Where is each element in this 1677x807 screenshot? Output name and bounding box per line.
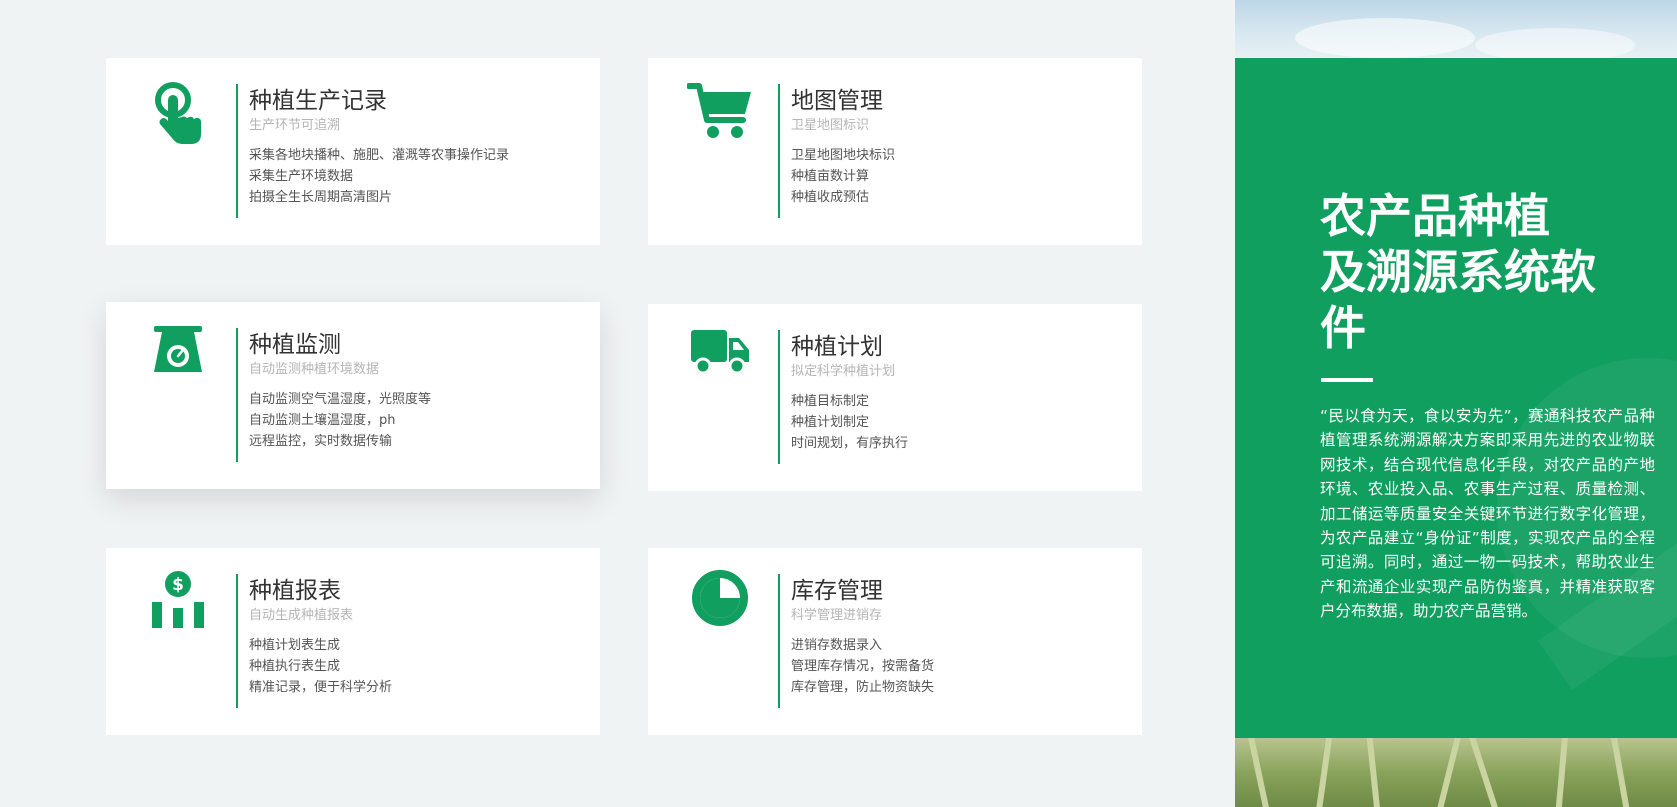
feature-item: 管理库存情况，按需备货 (791, 659, 935, 674)
feature-card-planting-record[interactable]: 种植生产记录 生产环节可追溯 采集各地块播种、施肥、灌溉等农事操作记录 采集生产… (106, 58, 600, 245)
intro-panel: 农产品种植 及溯源系统软 件 “民以食为天，食以安为先”，赛通科技农产品种植管理… (1235, 58, 1677, 738)
card-title: 种植生产记录 (249, 88, 387, 114)
feature-card-planting-monitor[interactable]: 种植监测 自动监测种植环境数据 自动监测空气温湿度，光照度等 自动监测土壤温湿度… (106, 302, 600, 489)
feature-list: 卫星地图地块标识 种植亩数计算 种植收成预估 (791, 145, 1118, 208)
panel-title-line: 及溯源系统软 (1320, 245, 1596, 299)
card-body: 地图管理 卫星地图标识 卫星地图地块标识 种植亩数计算 种植收成预估 (778, 84, 1118, 218)
sky-background-image (1235, 0, 1677, 58)
card-body: 库存管理 科学管理进销存 进销存数据录入 管理库存情况，按需备货 库存管理，防止… (778, 574, 1118, 708)
feature-list: 进销存数据录入 管理库存情况，按需备货 库存管理，防止物资缺失 (791, 635, 1118, 698)
card-title: 种植报表 (249, 578, 341, 604)
grass-blade (1246, 738, 1271, 807)
feature-item: 种植收成预估 (791, 190, 870, 205)
card-title: 种植监测 (249, 332, 341, 358)
feature-card-planting-plan[interactable]: 种植计划 拟定科学种植计划 种植目标制定 种植计划制定 时间规划，有序执行 (648, 304, 1142, 491)
feature-item: 精准记录，便于科学分析 (249, 680, 393, 695)
card-body: 种植报表 自动生成种植报表 种植计划表生成 种植执行表生成 精准记录，便于科学分… (236, 574, 576, 708)
grass-blade (1555, 738, 1569, 807)
svg-text:$: $ (172, 575, 184, 595)
feature-card-map-management[interactable]: 地图管理 卫星地图标识 卫星地图地块标识 种植亩数计算 种植收成预估 (648, 58, 1142, 245)
feature-item: 自动监测土壤温湿度，ph (249, 413, 396, 428)
cloud-shape (1295, 18, 1475, 58)
crop-field-image (1235, 738, 1677, 807)
shopping-cart-icon (686, 80, 754, 148)
feature-card-planting-report[interactable]: $ 种植报表 自动生成种植报表 种植计划表生成 种植执行表生成 精准记录，便于科… (106, 548, 600, 735)
feature-list: 种植计划表生成 种植执行表生成 精准记录，便于科学分析 (249, 635, 576, 698)
card-subtitle: 生产环节可追溯 (249, 118, 341, 133)
feature-item: 种植亩数计算 (791, 169, 870, 184)
feature-list: 种植目标制定 种植计划制定 时间规划，有序执行 (791, 391, 1118, 454)
feature-item: 进销存数据录入 (791, 638, 883, 653)
money-chart-icon: $ (144, 570, 212, 638)
card-title: 库存管理 (791, 578, 883, 604)
grass-blade (1467, 738, 1501, 807)
panel-description: “民以食为天，食以安为先”，赛通科技农产品种植管理系统溯源解决方案即采用先进的农… (1320, 407, 1655, 621)
scale-icon (144, 324, 212, 392)
card-subtitle: 自动监测种植环境数据 (249, 362, 380, 377)
feature-list: 采集各地块播种、施肥、灌溉等农事操作记录 采集生产环境数据 拍摄全生长周期高清图… (249, 145, 576, 208)
feature-item: 采集生产环境数据 (249, 169, 354, 184)
feature-item: 自动监测空气温湿度，光照度等 (249, 392, 432, 407)
feature-item: 采集各地块播种、施肥、灌溉等农事操作记录 (249, 148, 510, 163)
tap-hand-icon (144, 80, 212, 148)
feature-item: 远程监控，实时数据传输 (249, 434, 393, 449)
truck-icon (686, 326, 754, 394)
card-body: 种植监测 自动监测种植环境数据 自动监测空气温湿度，光照度等 自动监测土壤温湿度… (236, 328, 576, 462)
panel-title-line: 农产品种植 (1320, 189, 1550, 243)
card-subtitle: 卫星地图标识 (791, 118, 870, 133)
grass-blade (1365, 738, 1381, 807)
panel-divider (1321, 378, 1373, 382)
panel-title-line: 件 (1320, 301, 1366, 355)
card-title: 地图管理 (791, 88, 883, 114)
card-body: 种植生产记录 生产环节可追溯 采集各地块播种、施肥、灌溉等农事操作记录 采集生产… (236, 84, 576, 218)
cloud-shape (1475, 28, 1635, 58)
grass-blade (1315, 738, 1334, 807)
feature-list: 自动监测空气温湿度，光照度等 自动监测土壤温湿度，ph 远程监控，实时数据传输 (249, 389, 576, 452)
feature-item: 库存管理，防止物资缺失 (791, 680, 935, 695)
feature-item: 种植执行表生成 (249, 659, 341, 674)
feature-card-inventory[interactable]: 库存管理 科学管理进销存 进销存数据录入 管理库存情况，按需备货 库存管理，防止… (648, 548, 1142, 735)
card-subtitle: 自动生成种植报表 (249, 608, 354, 623)
feature-item: 种植目标制定 (791, 394, 870, 409)
feature-item: 时间规划，有序执行 (791, 436, 909, 451)
card-subtitle: 科学管理进销存 (791, 608, 883, 623)
grass-blade (1609, 738, 1631, 807)
feature-item: 拍摄全生长周期高清图片 (249, 190, 393, 205)
card-title: 种植计划 (791, 334, 883, 360)
feature-item: 种植计划制定 (791, 415, 870, 430)
panel-title: 农产品种植 及溯源系统软 件 (1320, 188, 1660, 356)
card-body: 种植计划 拟定科学种植计划 种植目标制定 种植计划制定 时间规划，有序执行 (778, 330, 1118, 464)
feature-item: 卫星地图地块标识 (791, 148, 896, 163)
grass-blade (1435, 738, 1463, 807)
pie-chart-icon (686, 570, 754, 638)
card-subtitle: 拟定科学种植计划 (791, 364, 896, 379)
feature-item: 种植计划表生成 (249, 638, 341, 653)
